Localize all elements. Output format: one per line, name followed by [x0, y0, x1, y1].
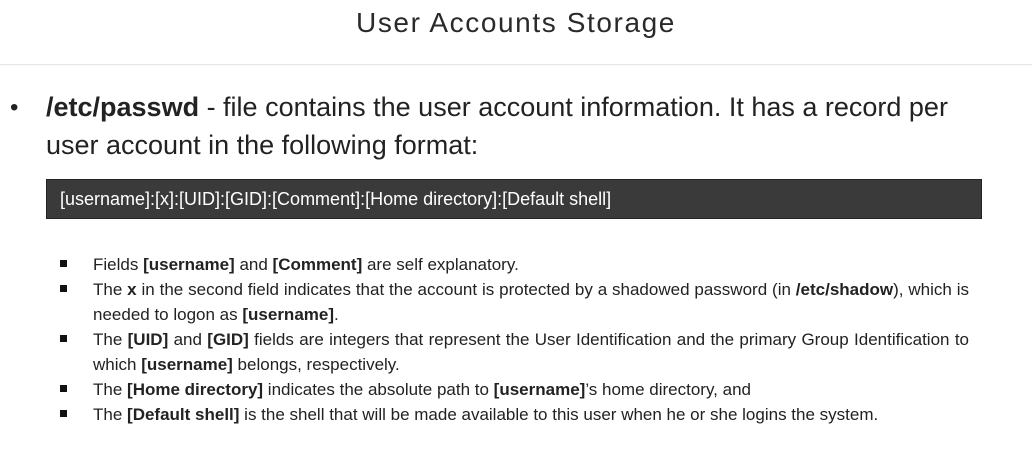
list-item: The [UID] and [GID] fields are integers …: [56, 327, 969, 377]
list-item: The [Default shell] is the shell that wi…: [56, 402, 969, 427]
list-item-term: [UID]: [127, 330, 169, 349]
list-item-term: [username]: [242, 305, 334, 324]
list-item-term: [username]: [143, 255, 235, 274]
square-bullet-icon: [60, 260, 67, 267]
list-item-text: and: [168, 330, 208, 349]
list-item-term: [Comment]: [272, 255, 363, 274]
list-item-term: [Home directory]: [127, 380, 264, 399]
list-item-text: Fields: [93, 255, 144, 274]
list-item-term: [username]: [141, 355, 233, 374]
list-item-text: and: [234, 255, 273, 274]
list-item-term: [GID]: [207, 330, 249, 349]
square-bullet-icon: [60, 335, 67, 342]
list-item: The [Home directory] indicates the absol…: [56, 377, 969, 402]
list-item-text: The: [93, 380, 128, 399]
list-item-term: [Default shell]: [127, 405, 240, 424]
list-item: Fields [username] and [Comment] are self…: [56, 252, 969, 277]
list-item-text: indicates the absolute path to: [263, 380, 494, 399]
list-item-text: is the shell that will be made available…: [239, 405, 879, 424]
list-item-text: ’s home directory, and: [585, 380, 751, 399]
bullet-dot-icon: •: [10, 94, 19, 121]
square-bullet-icon: [60, 285, 67, 292]
list-item-term: [username]: [493, 380, 586, 399]
list-item-text: .: [334, 305, 339, 324]
passwd-format-box: [username]:[x]:[UID]:[GID]:[Comment]:[Ho…: [46, 179, 982, 219]
slide-header: User Accounts Storage: [0, 0, 1032, 65]
square-bullet-icon: [60, 410, 67, 417]
passwd-format-text: [username]:[x]:[UID]:[GID]:[Comment]:[Ho…: [60, 189, 612, 209]
list-item-term: x: [127, 280, 137, 299]
slide-title: User Accounts Storage: [356, 7, 676, 38]
list-item-text: The: [93, 330, 128, 349]
list-item-text: The: [93, 280, 128, 299]
field-explanation-list: Fields [username] and [Comment] are self…: [56, 252, 969, 427]
main-bullet-text: /etc/passwd - file contains the user acc…: [46, 88, 976, 164]
list-item-text: belongs, respectively.: [232, 355, 400, 374]
list-item: The x in the second field indicates that…: [56, 277, 969, 327]
list-item-text: in the second field indicates that the a…: [136, 280, 796, 299]
square-bullet-icon: [60, 385, 67, 392]
list-item-term: /etc/shadow: [795, 280, 894, 299]
list-item-text: The: [93, 405, 128, 424]
main-bullet-term: /etc/passwd: [46, 92, 200, 122]
list-item-text: are self explanatory.: [362, 255, 519, 274]
